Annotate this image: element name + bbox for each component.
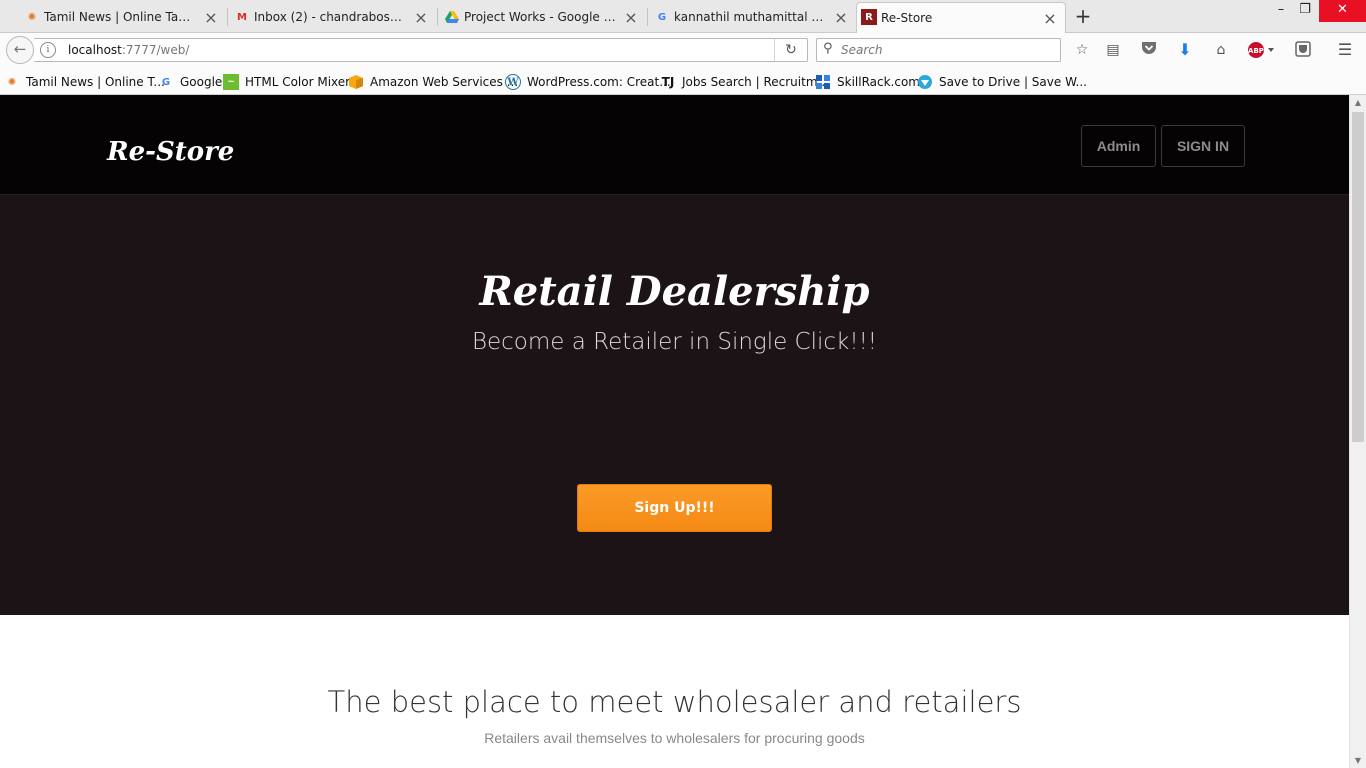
hamburger-menu-icon[interactable]: ☰: [1335, 41, 1355, 59]
restore-favicon: R: [861, 9, 877, 25]
bookmark-label: Tamil News | Online T...: [26, 75, 165, 89]
sign-up-button[interactable]: Sign Up!!!: [577, 484, 772, 532]
bookmark-label: Amazon Web Services ...: [370, 75, 519, 89]
aws-favicon: [348, 74, 364, 90]
search-input[interactable]: [841, 41, 1051, 59]
timesjobs-favicon: TJ: [661, 75, 675, 89]
color-mixer-favicon: ~: [223, 74, 239, 90]
bookmarks-toolbar: ✺ Tamil News | Online T... G Google ~ HT…: [0, 67, 1366, 95]
hero-section: Retail Dealership Become a Retailer in S…: [0, 195, 1349, 615]
admin-button[interactable]: Admin: [1081, 125, 1156, 167]
url-path: :7777/web/: [121, 43, 190, 57]
tab-google-drive[interactable]: Project Works - Google Dr... ×: [440, 3, 646, 31]
site-info-icon[interactable]: i: [40, 42, 56, 58]
vertical-scrollbar[interactable]: ▲ ▼: [1349, 95, 1366, 768]
site-header: Re-Store Admin SIGN IN: [0, 95, 1349, 195]
back-arrow-icon[interactable]: ←: [6, 36, 34, 64]
reload-icon[interactable]: ↻: [774, 39, 807, 61]
bookmark-label: HTML Color Mixer: [245, 75, 351, 89]
section-heading: The best place to meet wholesaler and re…: [327, 685, 1022, 719]
scrollbar-thumb[interactable]: [1352, 112, 1364, 442]
sign-in-button[interactable]: SIGN IN: [1161, 125, 1245, 167]
bookmark-item[interactable]: ✺ Tamil News | Online T...: [4, 73, 165, 91]
tab-gmail[interactable]: M Inbox (2) - chandrabose71... ×: [230, 3, 436, 31]
bookmark-item[interactable]: W WordPress.com: Creat...: [505, 73, 671, 91]
tab-restore[interactable]: R Re-Store ×: [856, 2, 1066, 33]
new-tab-icon[interactable]: +: [1073, 5, 1093, 27]
url-host: localhost: [68, 43, 122, 57]
url-bar[interactable]: i localhost:7777/web/ ↻: [34, 38, 808, 62]
tab-label: Re-Store: [881, 11, 933, 25]
search-box[interactable]: ⚲: [816, 38, 1061, 62]
search-icon: ⚲: [823, 41, 833, 56]
close-tab-icon[interactable]: ×: [1043, 9, 1057, 28]
wordpress-favicon: W: [505, 74, 521, 90]
bookmark-item[interactable]: ~ HTML Color Mixer: [223, 73, 350, 91]
tab-label: Tamil News | Online Tamil...: [44, 10, 198, 24]
home-icon[interactable]: ⌂: [1211, 41, 1231, 59]
bookmark-label: Save to Drive | Save W...: [939, 75, 1087, 89]
bookmarks-menu-icon[interactable]: ▤: [1103, 41, 1123, 59]
tab-google-search[interactable]: G kannathil muthamittal no... ×: [650, 3, 856, 31]
google-favicon: G: [657, 11, 667, 23]
close-tab-icon[interactable]: ×: [414, 8, 428, 27]
pocket-icon[interactable]: [1139, 41, 1159, 59]
download-icon[interactable]: ⬇: [1175, 41, 1195, 59]
tab-tamil-news[interactable]: ✺ Tamil News | Online Tamil... ×: [20, 3, 226, 31]
close-tab-icon[interactable]: ×: [624, 8, 638, 27]
adblock-icon[interactable]: ABP: [1247, 41, 1275, 59]
save-to-drive-favicon: [917, 74, 933, 90]
gmail-favicon: M: [237, 11, 247, 23]
navigation-toolbar: ← i localhost:7777/web/ ↻ ⚲ ☆ ▤ ⬇ ⌂ ABP …: [0, 33, 1366, 67]
close-tab-icon[interactable]: ×: [834, 8, 848, 27]
tab-separator: [227, 8, 228, 26]
google-drive-favicon: [444, 9, 460, 25]
bookmark-item[interactable]: Save to Drive | Save W...: [917, 73, 1087, 91]
tab-strip: ✺ Tamil News | Online Tamil... × M Inbox…: [0, 0, 1366, 33]
scroll-up-arrow-icon[interactable]: ▲: [1353, 98, 1363, 107]
web-page: Re-Store Admin SIGN IN Retail Dealership…: [0, 95, 1349, 768]
close-window-icon[interactable]: ✕: [1319, 0, 1366, 22]
tab-label: Inbox (2) - chandrabose71...: [254, 10, 408, 24]
svg-text:ABP: ABP: [1248, 47, 1264, 55]
tamilnews-favicon: ✺: [27, 11, 37, 23]
bookmark-label: Jobs Search | Recruitm...: [682, 75, 829, 89]
tamilnews-favicon: ✺: [7, 76, 17, 88]
bookmark-label: SkillRack.com: [837, 75, 920, 89]
bookmark-item[interactable]: G Google: [158, 73, 222, 91]
tab-label: Project Works - Google Dr...: [464, 10, 618, 24]
scroll-down-arrow-icon[interactable]: ▼: [1353, 756, 1363, 765]
close-tab-icon[interactable]: ×: [204, 8, 218, 27]
site-brand-logo[interactable]: Re-Store: [107, 137, 234, 167]
skillrack-favicon: [815, 74, 831, 90]
bookmark-label: Google: [180, 75, 223, 89]
tab-separator: [437, 8, 438, 26]
section-subheading: Retailers avail themselves to wholesaler…: [484, 730, 865, 746]
tab-label: kannathil muthamittal no...: [674, 10, 828, 24]
bookmark-label: WordPress.com: Creat...: [527, 75, 671, 89]
bookmark-item[interactable]: SkillRack.com: [815, 73, 920, 91]
bookmark-item[interactable]: Amazon Web Services ...: [348, 73, 518, 91]
shield-icon[interactable]: [1293, 41, 1313, 59]
url-text[interactable]: localhost:7777/web/: [68, 43, 189, 57]
bookmark-star-icon[interactable]: ☆: [1072, 41, 1092, 59]
tab-separator: [647, 8, 648, 26]
bookmark-item[interactable]: TJ Jobs Search | Recruitm...: [660, 73, 829, 91]
hero-title: Retail Dealership: [479, 268, 870, 315]
google-favicon: G: [161, 76, 171, 88]
hero-subtitle: Become a Retailer in Single Click!!!: [471, 329, 878, 355]
